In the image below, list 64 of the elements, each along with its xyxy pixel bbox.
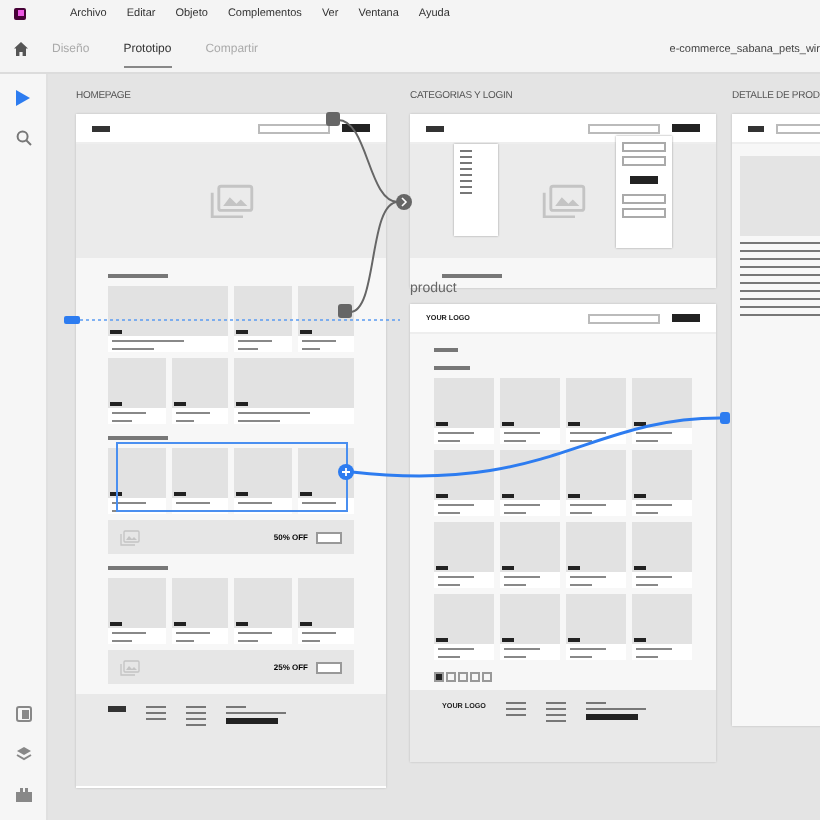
button-placeholder xyxy=(316,661,342,673)
login-panel-placeholder xyxy=(616,136,672,248)
guide-handle[interactable] xyxy=(64,316,80,324)
product-card-placeholder xyxy=(108,578,165,644)
image-icon xyxy=(209,183,253,219)
product-card-placeholder xyxy=(434,594,494,660)
product-card-placeholder xyxy=(566,522,626,588)
button-placeholder xyxy=(672,124,700,132)
product-card-placeholder xyxy=(500,522,560,588)
product-card-placeholder xyxy=(566,450,626,516)
product-card-placeholder xyxy=(434,450,494,516)
search-placeholder xyxy=(588,313,660,323)
button-placeholder xyxy=(672,314,700,322)
product-card-placeholder xyxy=(108,358,165,424)
product-card-placeholder xyxy=(234,448,291,514)
product-card-placeholder xyxy=(171,358,228,424)
logo-placeholder xyxy=(426,125,444,131)
image-icon xyxy=(120,659,140,675)
search-icon[interactable] xyxy=(15,130,31,146)
product-card-placeholder xyxy=(297,578,354,644)
product-card-placeholder xyxy=(297,286,354,352)
product-card-placeholder xyxy=(234,286,291,352)
pagination-placeholder xyxy=(434,672,492,682)
artboard[interactable] xyxy=(732,114,820,726)
product-card-placeholder xyxy=(434,378,494,444)
app-icon xyxy=(14,7,26,19)
product-card-placeholder xyxy=(234,578,291,644)
product-card-placeholder xyxy=(632,594,692,660)
search-placeholder xyxy=(775,123,820,133)
connector-line xyxy=(349,201,399,313)
connector-handle[interactable] xyxy=(338,304,352,318)
layers-icon[interactable] xyxy=(15,746,31,762)
product-card-placeholder xyxy=(632,378,692,444)
image-icon xyxy=(541,183,585,219)
home-icon[interactable] xyxy=(14,42,28,56)
plugins-icon[interactable] xyxy=(15,787,31,801)
product-card-placeholder xyxy=(500,450,560,516)
connector-line xyxy=(337,119,399,203)
product-card-placeholder xyxy=(566,378,626,444)
document-icon[interactable] xyxy=(15,706,31,722)
link-node-icon[interactable] xyxy=(396,194,412,210)
product-card-placeholder xyxy=(108,286,228,352)
image-icon xyxy=(120,529,140,545)
button-placeholder xyxy=(342,124,370,132)
search-placeholder xyxy=(258,123,330,133)
add-icon[interactable] xyxy=(338,464,354,480)
dropdown-menu-placeholder xyxy=(454,144,498,236)
product-card-placeholder xyxy=(500,378,560,444)
connector-handle[interactable] xyxy=(326,112,340,126)
connector-end-handle[interactable] xyxy=(720,412,730,424)
search-placeholder xyxy=(588,123,660,133)
product-card-placeholder xyxy=(171,578,228,644)
product-card-placeholder xyxy=(171,448,228,514)
product-card-placeholder xyxy=(632,522,692,588)
product-card-placeholder xyxy=(566,594,626,660)
button-placeholder xyxy=(316,531,342,543)
select-arrow-icon[interactable] xyxy=(16,90,30,106)
product-card-placeholder xyxy=(434,522,494,588)
logo-placeholder xyxy=(748,125,764,131)
product-card-placeholder xyxy=(234,358,354,424)
product-card-placeholder xyxy=(108,448,165,514)
logo-placeholder xyxy=(92,125,110,131)
product-card-placeholder xyxy=(632,450,692,516)
product-card-placeholder xyxy=(500,594,560,660)
